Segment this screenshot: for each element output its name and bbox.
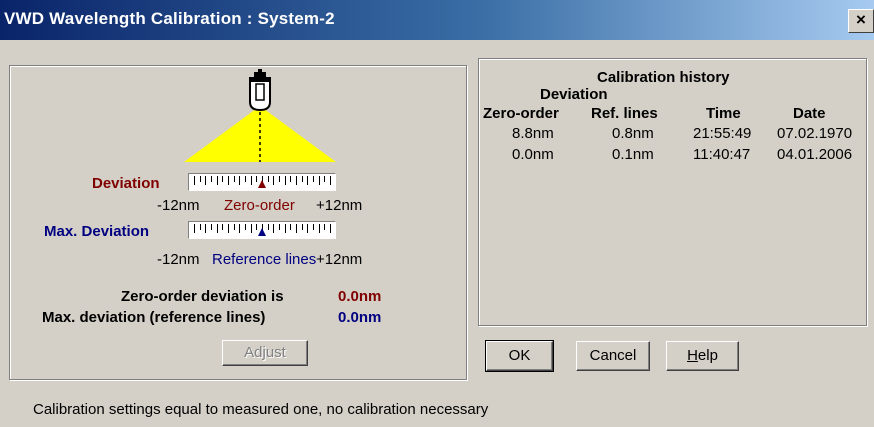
ruler-tick xyxy=(228,176,229,185)
help-button[interactable]: Help xyxy=(666,341,739,371)
ruler-tick xyxy=(301,176,303,182)
ruler-tick xyxy=(279,176,280,182)
status-text: Calibration settings equal to measured o… xyxy=(33,401,489,418)
ruler-tick xyxy=(324,224,326,230)
help-label: elp xyxy=(697,347,718,364)
ruler-tick xyxy=(233,176,235,182)
ok-button[interactable]: OK xyxy=(485,340,554,372)
lamp-icon xyxy=(184,69,336,162)
max-deviation-marker xyxy=(258,228,266,236)
dialog-client: Deviation -12nm Zero-order +12nm Max. De… xyxy=(0,40,874,427)
ruler-tick xyxy=(250,224,252,233)
table-row[interactable]: 0.0nm 0.1nm 11:40:47 04.01.2006 xyxy=(479,146,866,164)
close-icon: × xyxy=(856,10,866,29)
zero-order-value: 0.0nm xyxy=(338,288,382,305)
ruler-tick xyxy=(205,224,207,233)
ruler-tick xyxy=(318,224,320,233)
ruler-tick xyxy=(216,176,218,185)
row-time: 11:40:47 xyxy=(693,146,751,163)
ruler-tick xyxy=(239,176,241,185)
ruler-tick xyxy=(324,176,326,182)
row-ref-lines: 0.8nm xyxy=(612,125,654,142)
ruler-tick xyxy=(290,224,292,230)
ruler-tick xyxy=(211,176,212,182)
help-hotkey: H xyxy=(687,347,698,364)
row-zero-order: 0.0nm xyxy=(512,146,554,163)
ruler-tick xyxy=(313,176,314,182)
ruler-tick xyxy=(194,224,195,233)
ruler-tick xyxy=(199,176,201,182)
ruler-tick xyxy=(250,176,252,185)
deviation-panel: Deviation -12nm Zero-order +12nm Max. De… xyxy=(9,65,467,380)
deviation-min-label: -12nm xyxy=(157,197,200,214)
row-time: 21:55:49 xyxy=(693,125,752,142)
title-bar: VWD Wavelength Calibration : System-2 × xyxy=(0,0,874,40)
max-max-label: +12nm xyxy=(316,251,363,268)
history-title: Calibration history xyxy=(597,69,730,86)
ruler-tick xyxy=(205,176,207,185)
max-dev-value: 0.0nm xyxy=(338,309,382,326)
ruler-tick xyxy=(273,176,275,185)
ruler-tick xyxy=(211,224,212,230)
row-date: 04.01.2006 xyxy=(777,146,853,163)
ruler-tick xyxy=(245,176,246,182)
ruler-tick xyxy=(296,224,297,233)
ruler-tick xyxy=(216,224,218,233)
col-zero-order: Zero-order xyxy=(483,105,559,122)
ruler-tick xyxy=(222,224,224,230)
ruler-tick xyxy=(279,224,280,230)
ruler-tick xyxy=(284,224,286,233)
row-date: 07.02.1970 xyxy=(777,125,853,142)
deviation-marker xyxy=(258,180,266,188)
ruler-tick xyxy=(222,176,224,182)
ruler-tick xyxy=(296,176,297,185)
ruler-tick xyxy=(267,224,269,230)
ruler-tick xyxy=(228,224,229,233)
table-row[interactable]: 8.8nm 0.8nm 21:55:49 07.02.1970 xyxy=(479,125,866,143)
ruler-tick xyxy=(267,176,269,182)
ruler-tick xyxy=(330,224,331,233)
ruler-tick xyxy=(233,224,235,230)
row-ref-lines: 0.1nm xyxy=(612,146,654,163)
ruler-tick xyxy=(318,176,320,185)
ruler-tick xyxy=(290,176,292,182)
ruler-tick xyxy=(245,224,246,230)
max-deviation-ruler xyxy=(188,221,336,239)
max-dev-text: Max. deviation (reference lines) xyxy=(42,309,266,326)
reference-lines-caption: Reference lines xyxy=(212,251,317,268)
close-button[interactable]: × xyxy=(848,9,874,33)
row-zero-order: 8.8nm xyxy=(512,125,554,142)
ruler-tick xyxy=(307,176,309,185)
col-date: Date xyxy=(793,105,826,122)
zero-order-text: Zero-order deviation is xyxy=(121,288,284,305)
deviation-label: Deviation xyxy=(92,175,160,192)
ruler-tick xyxy=(199,224,201,230)
ruler-tick xyxy=(194,176,195,185)
ruler-tick xyxy=(239,224,241,233)
history-header-row: Zero-order Ref. lines Time Date xyxy=(479,105,866,123)
zero-order-caption: Zero-order xyxy=(224,197,295,214)
calibration-history-panel: Calibration history Deviation Zero-order… xyxy=(478,58,867,326)
ruler-tick xyxy=(307,224,309,233)
ruler-tick xyxy=(330,176,331,185)
deviation-max-label: +12nm xyxy=(316,197,363,214)
ruler-tick xyxy=(284,176,286,185)
calibration-dialog: VWD Wavelength Calibration : System-2 × … xyxy=(0,0,874,427)
ruler-tick xyxy=(313,224,314,230)
deviation-ruler xyxy=(188,173,336,191)
ruler-tick xyxy=(301,224,303,230)
adjust-button[interactable]: Adjust xyxy=(222,340,308,366)
window-title: VWD Wavelength Calibration : System-2 xyxy=(4,9,335,28)
max-deviation-label: Max. Deviation xyxy=(44,223,150,240)
cancel-button[interactable]: Cancel xyxy=(576,341,650,371)
history-deviation-header: Deviation xyxy=(540,86,608,103)
max-min-label: -12nm xyxy=(157,251,200,268)
col-ref-lines: Ref. lines xyxy=(591,105,658,122)
ruler-tick xyxy=(273,224,275,233)
col-time: Time xyxy=(706,105,741,122)
